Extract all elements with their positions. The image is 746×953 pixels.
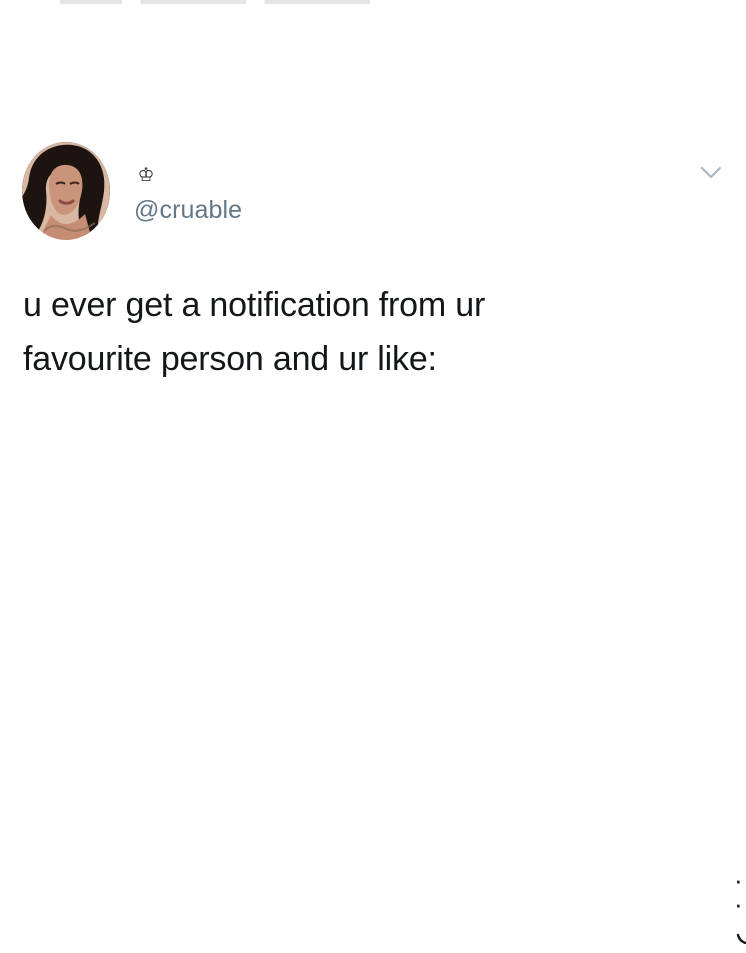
portrait-image	[22, 142, 110, 240]
tweet-card: ♔ @cruable u ever get a notification fro…	[0, 0, 746, 945]
crown-icon: ♔	[137, 164, 155, 186]
tweet-text-line-2: favourite person and ur like:	[23, 340, 437, 378]
emoticon-eyes: · ·	[734, 867, 746, 917]
user-handle[interactable]: @cruable	[134, 194, 242, 226]
smile-face-icon: · ·	[360, 437, 746, 945]
chevron-down-icon[interactable]	[697, 161, 725, 183]
tweet-text-line-1: u ever get a notification from ur	[23, 286, 486, 324]
emoticon-smile	[736, 933, 746, 945]
profile-avatar[interactable]	[22, 142, 110, 240]
tweet-body: u ever get a notification from ur favour…	[23, 278, 663, 386]
